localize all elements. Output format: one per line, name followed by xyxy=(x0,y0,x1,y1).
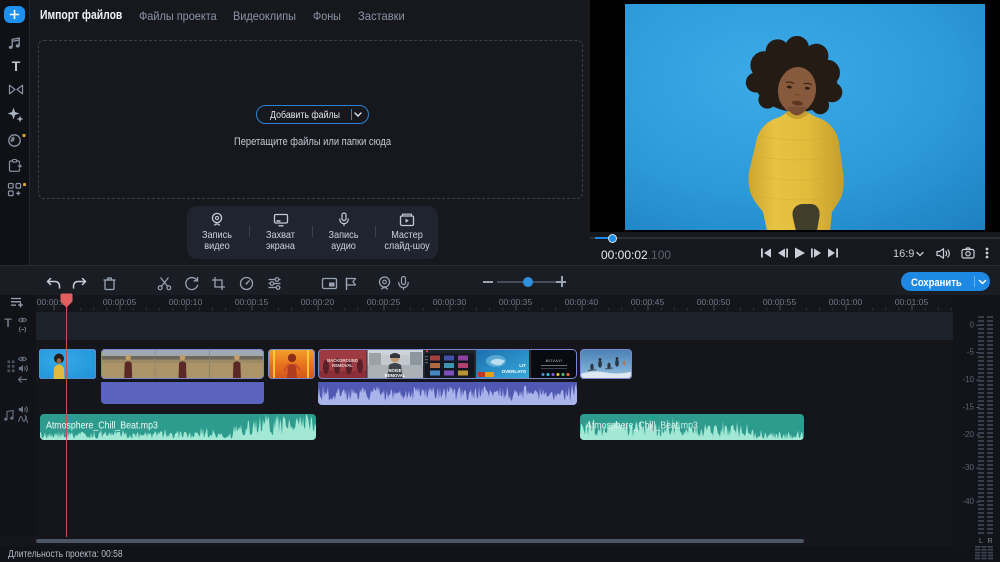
svg-text:-30: -30 xyxy=(962,463,974,472)
svg-text:Atmosphere_Chill_Beat.mp3: Atmosphere_Chill_Beat.mp3 xyxy=(586,419,698,431)
svg-text:M O V A V I: M O V A V I xyxy=(546,359,563,363)
svg-text:-40: -40 xyxy=(962,497,974,506)
svg-text:0: 0 xyxy=(970,321,975,330)
svg-text:-5: -5 xyxy=(967,348,975,357)
svg-text:R: R xyxy=(987,538,992,545)
svg-text:REMOVAL: REMOVAL xyxy=(332,363,353,368)
svg-text:Atmosphere_Chill_Beat.mp3: Atmosphere_Chill_Beat.mp3 xyxy=(46,419,158,431)
svg-text:-10: -10 xyxy=(962,375,974,384)
svg-text:-15: -15 xyxy=(962,403,974,412)
svg-text:OVERLAYS: OVERLAYS xyxy=(502,369,526,374)
svg-text:LIT: LIT xyxy=(519,363,526,368)
svg-text:REMOVAL: REMOVAL xyxy=(385,373,406,378)
svg-text:L: L xyxy=(979,538,983,545)
svg-text:-20: -20 xyxy=(962,430,974,439)
